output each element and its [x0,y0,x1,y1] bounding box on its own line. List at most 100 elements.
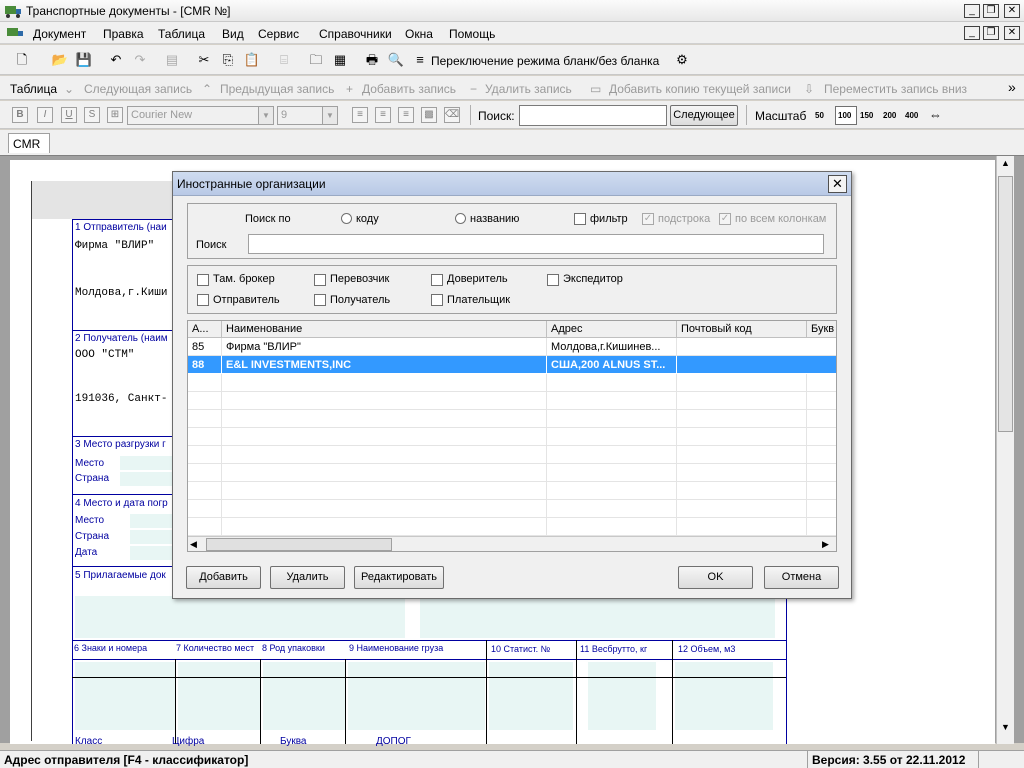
ok-button[interactable]: OK [678,566,753,589]
scale-100-button[interactable]: 100 [835,106,857,125]
table-row-selected[interactable]: 88 E&L INVESTMENTS,INC США,200 ALNUS ST.… [188,356,836,374]
menu-service[interactable]: Сервис [258,27,299,41]
sender-address[interactable]: Молдова,г.Киши [75,287,167,299]
forwarder-checkbox[interactable] [547,274,559,286]
column-header-address[interactable]: Адрес [547,321,677,338]
copy-icon[interactable]: ⎘ [218,50,238,70]
child-minimize-icon[interactable]: _ [964,26,980,40]
consignee-name[interactable]: ООО "СТМ" [75,349,134,361]
column-header-name[interactable]: Наименование [222,321,547,338]
radio-by-name[interactable] [455,213,466,224]
scroll-thumb[interactable] [998,176,1013,432]
find-next-button[interactable]: Следующее [670,105,738,126]
all-columns-checkbox[interactable]: ✓ [719,213,731,225]
document-scrollbar[interactable]: ▲ ▼ [996,156,1014,744]
menu-help[interactable]: Помощь [449,27,495,41]
volume-field[interactable] [675,662,773,730]
stamp-icon[interactable]: ⌸ [274,50,294,70]
export-icon[interactable]: ▦ [330,50,350,70]
folder-icon[interactable]: 🗀 [306,50,326,70]
prev-record-button[interactable]: Предыдущая запись [220,82,334,96]
radio-by-code[interactable] [341,213,352,224]
weight-field[interactable] [588,662,656,730]
align-left-icon[interactable]: ≡ [352,107,368,123]
border-icon[interactable]: ⊞ [107,107,123,123]
customs-broker-checkbox[interactable] [197,274,209,286]
receiver-checkbox[interactable] [314,294,326,306]
menu-table[interactable]: Таблица [158,27,205,41]
open-folder-icon[interactable]: 📂 [50,50,70,70]
quantity-field[interactable] [178,662,260,730]
menu-references[interactable]: Справочники [319,27,392,41]
bold-icon[interactable]: B [12,107,28,123]
edit-button[interactable]: Редактировать [354,566,444,589]
scroll-down-icon[interactable]: ▼ [999,722,1012,736]
restore-icon[interactable]: ❐ [983,4,999,18]
column-header-id[interactable]: А... [188,321,222,338]
scroll-up-icon[interactable]: ▲ [999,158,1012,172]
document-child-icon[interactable] [6,25,24,41]
settings-icon[interactable]: ⚙ [672,50,692,70]
scroll-left-icon[interactable]: ◀ [190,539,197,550]
toolbar-search-input[interactable] [519,105,667,126]
fit-width-icon[interactable]: ⇔ [929,107,942,122]
attached-docs-field[interactable] [75,596,405,638]
add-copy-button[interactable]: Добавить копию текущей записи [609,82,791,96]
column-header-letter[interactable]: Букв [807,321,836,338]
menu-windows[interactable]: Окна [405,27,433,41]
sender-checkbox[interactable] [197,294,209,306]
paste-icon[interactable]: 📋 [242,50,262,70]
principal-checkbox[interactable] [431,274,443,286]
redo-icon[interactable]: ↷ [130,50,150,70]
fill-icon[interactable]: ▩ [421,107,437,123]
tab-cmr[interactable]: CMR [8,133,50,153]
print-icon[interactable]: 🖶 [362,50,382,70]
cut-icon[interactable]: ✂ [194,50,214,70]
packaging-field[interactable] [263,662,345,730]
table-hscrollbar[interactable]: ◀ ▶ [188,536,836,551]
font-name-select[interactable]: Courier New ▼ [127,106,274,125]
toggle-blank-mode-button[interactable]: Переключение режима бланк/без бланка [431,54,659,68]
menu-view[interactable]: Вид [222,27,244,41]
strike-icon[interactable]: S [84,107,100,123]
marks-field[interactable] [75,662,175,730]
delete-record-button[interactable]: Удалить запись [485,82,572,96]
close-icon[interactable]: ✕ [1004,4,1020,18]
hscroll-thumb[interactable] [206,538,392,551]
cancel-button[interactable]: Отмена [764,566,839,589]
add-record-button[interactable]: Добавить запись [362,82,456,96]
blank-mode-icon[interactable]: ≡ [410,50,430,70]
dialog-titlebar[interactable]: Иностранные организации [173,172,851,196]
scale-400-button[interactable]: 400 [905,111,918,120]
move-down-button[interactable]: Переместить запись вниз [824,82,967,96]
next-record-button[interactable]: Следующая запись [84,82,192,96]
scale-50-button[interactable]: 50 [815,111,824,120]
page-icon[interactable]: ▤ [162,50,182,70]
substring-checkbox[interactable]: ✓ [642,213,654,225]
save-icon[interactable]: 💾 [74,50,94,70]
child-close-icon[interactable]: ✕ [1004,26,1020,40]
toolbar-overflow-icon[interactable]: » [1008,79,1016,95]
scale-200-button[interactable]: 200 [883,111,896,120]
payer-checkbox[interactable] [431,294,443,306]
italic-icon[interactable]: I [37,107,53,123]
consignee-address[interactable]: 191036, Санкт- [75,393,167,405]
undo-icon[interactable]: ↶ [106,50,126,70]
dialog-search-input[interactable] [248,234,824,254]
filter-checkbox[interactable] [574,213,586,225]
underline-icon[interactable]: U [61,107,77,123]
attached-docs-field-2[interactable] [420,596,775,638]
goods-name-field[interactable] [348,662,485,730]
column-header-zip[interactable]: Почтовый код [677,321,807,338]
table-row[interactable]: 85 Фирма "ВЛИР" Молдова,г.Кишинев... [188,338,836,356]
print-preview-icon[interactable]: 🔍 [386,50,406,70]
font-size-select[interactable]: 9 ▼ [277,106,338,125]
carrier-checkbox[interactable] [314,274,326,286]
add-button[interactable]: Добавить [186,566,261,589]
stat-number-field[interactable] [489,662,573,730]
align-center-icon[interactable]: ≡ [375,107,391,123]
delete-button[interactable]: Удалить [270,566,345,589]
minimize-icon[interactable]: _ [964,4,980,18]
menu-document[interactable]: Документ [33,27,86,41]
align-right-icon[interactable]: ≡ [398,107,414,123]
